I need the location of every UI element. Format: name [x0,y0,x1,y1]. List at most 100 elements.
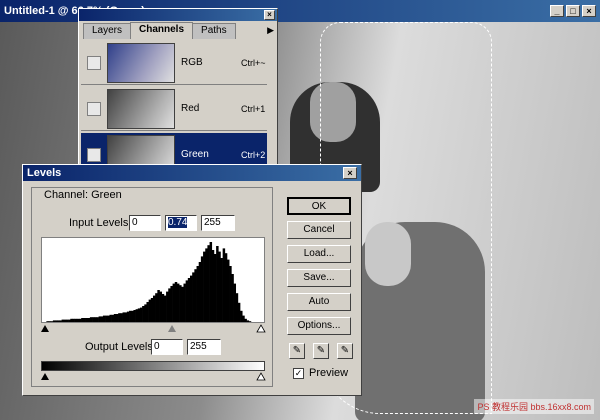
histogram-bar [102,315,106,322]
channel-shortcut: Ctrl+2 [241,149,266,160]
histogram-bar [200,256,204,322]
histogram-bar [172,283,176,322]
channel-label: Channel: Green [41,189,125,201]
histogram-bar [89,317,93,322]
histogram-bar [124,312,128,322]
histogram-bar [224,253,228,322]
input-white-field[interactable]: 255 [201,215,235,231]
histogram-bar [81,318,84,322]
levels-title: Levels [27,167,62,179]
channel-row-red[interactable]: Red Ctrl+1 [81,87,267,131]
histogram-bar [198,262,202,322]
save-button[interactable]: Save... [287,269,351,287]
histogram-bar [248,321,252,322]
input-levels-label: Input Levels: [69,217,132,229]
output-slider-track[interactable] [38,371,268,381]
cancel-button[interactable]: Cancel [287,221,351,239]
histogram-bar [176,283,180,322]
maximize-button[interactable]: □ [566,5,580,17]
histogram-bar [113,314,117,322]
histogram-bar [166,291,169,322]
input-black-field[interactable]: 0 [129,215,161,231]
levels-close-button[interactable]: × [343,167,357,179]
histogram-bar [68,319,71,322]
input-white-slider[interactable] [256,324,266,333]
histogram-bar [92,317,95,322]
tab-channels[interactable]: Channels [130,22,194,38]
input-black-slider[interactable] [41,325,49,332]
histogram-bar [55,320,58,322]
close-button[interactable]: × [582,5,596,17]
channel-shortcut: Ctrl+~ [241,57,266,68]
output-black-field[interactable]: 0 [151,339,183,355]
gray-eyedropper-icon[interactable]: ✎ [313,343,329,359]
visibility-eye-icon[interactable] [87,55,101,70]
histogram-bar [237,302,241,322]
input-slider-track[interactable] [38,323,268,333]
histogram-bar [87,318,91,322]
output-levels-label: Output Levels: [85,341,156,353]
panel-menu-icon[interactable]: ▶ [267,25,274,36]
histogram-bar [203,251,206,322]
histogram-graph [46,242,252,322]
preview-label: Preview [309,367,349,379]
white-eyedropper-icon[interactable]: ✎ [337,343,353,359]
options-button[interactable]: Options... [287,317,351,335]
histogram-bar [229,266,232,322]
black-eyedropper-icon[interactable]: ✎ [289,343,305,359]
histogram-bar [74,318,78,322]
histogram-bar [187,278,191,322]
histogram-bar [163,295,167,322]
visibility-eye-icon[interactable] [87,147,101,162]
histogram-bar [122,312,126,322]
histogram-bar [207,245,210,322]
histogram-bar [205,248,208,322]
output-white-field[interactable]: 255 [187,339,221,355]
histogram-bar [170,286,173,322]
output-white-slider[interactable] [256,372,266,381]
input-gamma-field[interactable]: 0.74 [165,215,197,231]
histogram-bar [157,290,160,322]
histogram-bar [216,246,219,322]
histogram-bar [190,275,193,322]
histogram-bar [109,314,112,322]
histogram-bar [144,304,147,322]
histogram-bar [161,294,165,322]
preview-checkbox[interactable]: ✓ [293,368,304,379]
channel-thumbnail [107,88,175,129]
histogram-bar [159,291,163,322]
panel-close-button[interactable]: × [264,10,275,20]
tab-layers[interactable]: Layers [83,23,132,39]
input-gamma-slider[interactable] [168,325,176,332]
watermark: PS 教程乐园 bbs.16xx8.com [474,399,594,414]
channel-row-rgb[interactable]: RGB Ctrl+~ [81,41,267,85]
ok-button[interactable]: OK [287,197,351,215]
channel-name: RGB [181,57,203,68]
histogram-bar [70,318,73,322]
levels-titlebar[interactable]: Levels × [23,165,361,181]
histogram-bar [227,259,230,322]
histogram-bar [213,254,217,322]
channels-panel-titlebar[interactable]: × [79,9,277,21]
minimize-button[interactable]: _ [550,5,564,17]
histogram-bar [48,321,52,322]
channels-panel: × Layers Channels Paths ▶ RGB Ctrl+~ Red… [78,8,278,177]
load-button[interactable]: Load... [287,245,351,263]
histogram-bar [63,319,67,322]
histogram-bar [59,320,62,322]
auto-button[interactable]: Auto [287,293,351,311]
histogram-bar [94,317,97,322]
output-black-slider[interactable] [41,373,49,380]
histogram-bar [233,283,237,322]
channel-name: Red [181,103,200,114]
histogram-bar [235,293,239,322]
histogram-bar [139,307,143,322]
tab-paths[interactable]: Paths [192,23,236,39]
channel-shortcut: Ctrl+1 [241,103,266,114]
visibility-eye-icon[interactable] [87,101,101,116]
histogram-bar [133,310,136,322]
levels-dialog: Levels × Channel: Green Input Levels: 0 … [22,164,362,396]
histogram-bar [146,302,149,322]
histogram-bar [85,318,89,322]
histogram-bar [174,282,178,322]
